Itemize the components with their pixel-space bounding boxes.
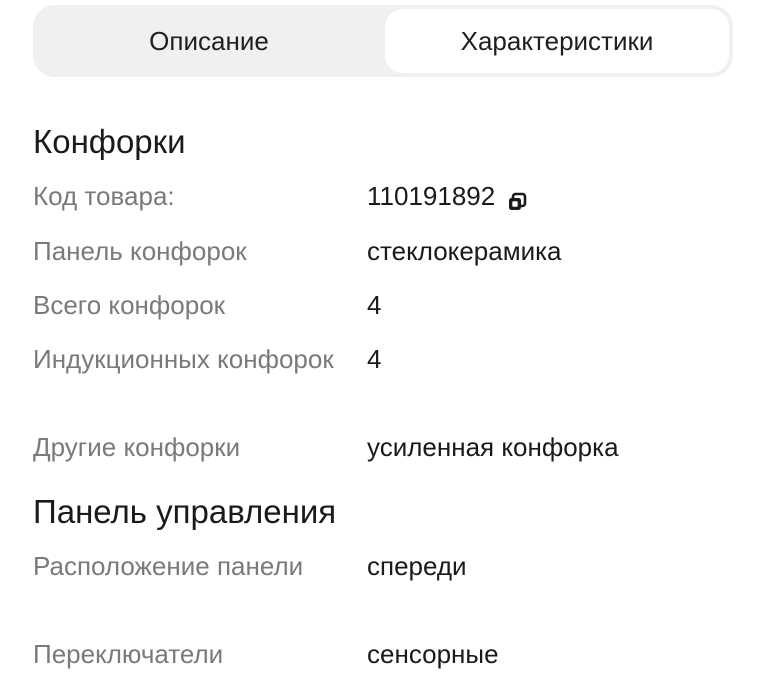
spec-key: Расположение панели — [33, 551, 304, 581]
spec-value: 4 — [367, 344, 382, 374]
spec-key: Индукционных конфорок — [33, 344, 334, 374]
spec-row-panel-location: Расположение панели спереди — [33, 549, 733, 583]
tab-description[interactable]: Описание — [37, 9, 381, 73]
spec-value: 4 — [367, 290, 382, 320]
spec-key: Код товара: — [33, 181, 175, 211]
spec-key: Всего конфорок — [33, 290, 226, 320]
spec-row-induction-burners: Индукционных конфорок 4 — [33, 342, 733, 376]
spec-row-switches: Переключатели сенсорные — [33, 637, 733, 671]
tab-switcher: Описание Характеристики — [33, 5, 733, 77]
tab-characteristics[interactable]: Характеристики — [385, 9, 729, 73]
spec-value: усиленная конфорка — [367, 432, 619, 462]
spec-row-burner-panel: Панель конфорок стеклокерамика — [33, 234, 733, 268]
spec-value: сенсорные — [367, 639, 499, 669]
spec-value: стеклокерамика — [367, 236, 562, 266]
spec-value: спереди — [367, 551, 467, 581]
spec-row-product-code: Код товара: 110191892 — [33, 179, 733, 213]
section-title-control-panel: Панель управления — [33, 493, 337, 530]
spec-value: 110191892 — [367, 179, 527, 213]
spec-row-total-burners: Всего конфорок 4 — [33, 288, 733, 322]
spec-key: Другие конфорки — [33, 432, 241, 462]
product-code-value[interactable]: 110191892 — [367, 179, 495, 213]
product-characteristics-page: Описание Характеристики Конфорки Код тов… — [0, 0, 767, 700]
copy-icon[interactable] — [507, 186, 527, 210]
section-title-burners: Конфорки — [33, 123, 186, 160]
spec-key: Переключатели — [33, 639, 224, 669]
spec-row-other-burners: Другие конфорки усиленная конфорка — [33, 430, 733, 464]
spec-key: Панель конфорок — [33, 236, 247, 266]
